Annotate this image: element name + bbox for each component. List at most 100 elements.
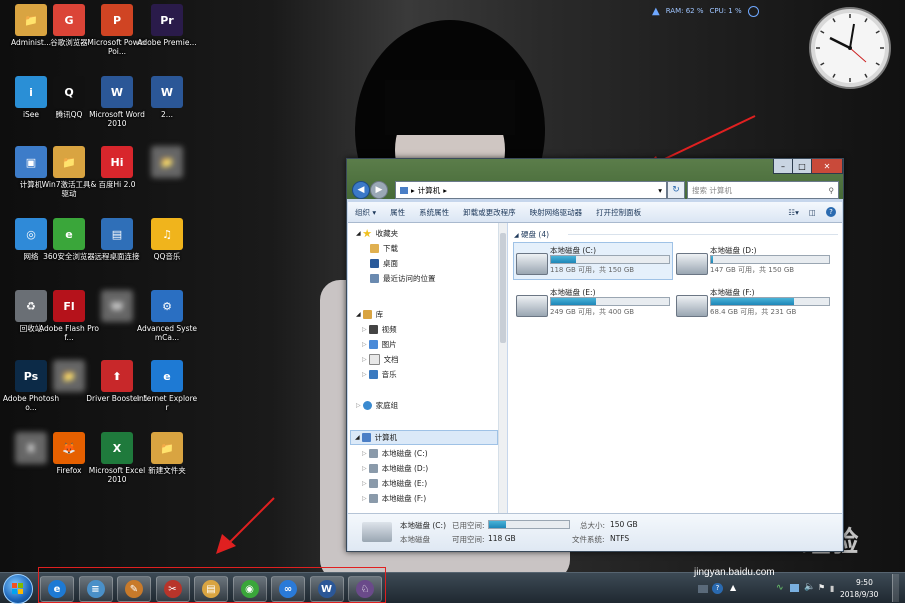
signal-icon[interactable]: ▮ <box>830 584 834 593</box>
nav-scrollbar[interactable] <box>499 223 507 513</box>
expand-icon[interactable]: ▷ <box>362 465 367 472</box>
start-button[interactable] <box>3 574 33 604</box>
nav-computer[interactable]: ◢ 计算机 <box>350 430 498 445</box>
computer-icon <box>361 433 371 442</box>
system-properties-button[interactable]: 系统属性 <box>412 207 456 218</box>
music-icon <box>368 370 378 379</box>
library-icon <box>362 310 372 319</box>
nav-pictures[interactable]: ▷ 图片 <box>362 338 397 351</box>
app-icon: 📁 <box>151 432 183 464</box>
app-icon: 📁 <box>53 360 85 392</box>
app-icon: ⚙ <box>151 290 183 322</box>
nav-label: 图片 <box>381 340 397 349</box>
expand-icon[interactable]: ▷ <box>362 371 367 378</box>
refresh-button[interactable]: ↻ <box>667 181 685 199</box>
drive-tile[interactable]: 本地磁盘 (D:) 147 GB 可用，共 150 GB <box>674 243 832 279</box>
help-icon[interactable]: ? <box>712 583 723 594</box>
group-header[interactable]: ◢ 硬盘 (4) <box>514 229 549 240</box>
close-button[interactable]: ✕ <box>811 159 843 174</box>
nav-documents[interactable]: ▷ 文档 <box>362 353 399 366</box>
nav-desktop[interactable]: 桌面 <box>370 257 398 270</box>
nav-drive-c[interactable]: ▷ 本地磁盘 (C:) <box>362 447 428 460</box>
nav-music[interactable]: ▷ 音乐 <box>362 368 397 381</box>
clock-time[interactable]: 9:50 <box>856 578 873 587</box>
system-tray: ? ▲ jingyan.baidu.com ∿ 🔈 ⚑ ▮ 9:50 2018/… <box>690 567 900 602</box>
expand-icon[interactable]: ▷ <box>362 326 367 333</box>
address-path[interactable]: 计算机 <box>418 185 441 196</box>
desktop-icon[interactable]: Pr Adobe Premie... <box>136 2 198 68</box>
collapse-icon[interactable]: ◢ <box>514 232 519 239</box>
explorer-window[interactable]: – □ ✕ ◀ ▶ ▸ 计算机 ▸ ▾ ↻ 搜索 计算机 ⚲ 组织 ▾ 属性 系… <box>346 158 844 552</box>
drive-tile[interactable]: 本地磁盘 (F:) 68.4 GB 可用，共 231 GB <box>674 285 832 321</box>
command-bar: 组织 ▾ 属性 系统属性 卸载或更改程序 映射网络驱动器 打开控制面板 ☷▾ ◫… <box>348 202 842 223</box>
drive-tile[interactable]: 本地磁盘 (E:) 249 GB 可用，共 400 GB <box>514 285 672 321</box>
nav-libraries[interactable]: ◢ 库 <box>356 308 383 321</box>
volume-icon[interactable]: 🔈 <box>804 582 815 592</box>
nav-homegroup[interactable]: ▷ 家庭组 <box>356 399 398 412</box>
drive-tile[interactable]: 本地磁盘 (C:) 118 GB 可用，共 150 GB <box>513 242 673 280</box>
desktop-icon[interactable]: ♫ QQ音乐 <box>136 216 198 282</box>
nav-label: 收藏夹 <box>375 229 399 238</box>
nav-videos[interactable]: ▷ 视频 <box>362 323 397 336</box>
flag-icon[interactable]: ⚑ <box>818 583 825 592</box>
search-input[interactable]: 搜索 计算机 ⚲ <box>687 181 839 199</box>
expand-icon[interactable]: ◢ <box>356 311 361 318</box>
desktop-icon[interactable]: W 2... <box>136 74 198 140</box>
desktop-icon[interactable]: 📁 <box>136 144 198 210</box>
nav-recent-places[interactable]: 最近访问的位置 <box>370 272 436 285</box>
back-button[interactable]: ◀ <box>352 181 370 199</box>
details-name: 本地磁盘 (C:) <box>400 521 446 530</box>
uninstall-program-button[interactable]: 卸载或更改程序 <box>456 207 523 218</box>
maximize-button[interactable]: □ <box>792 159 812 174</box>
address-bar[interactable]: ▸ 计算机 ▸ ▾ <box>395 181 667 199</box>
nav-drive-d[interactable]: ▷ 本地磁盘 (D:) <box>362 462 428 475</box>
expand-icon[interactable]: ▷ <box>362 480 367 487</box>
nav-drive-e[interactable]: ▷ 本地磁盘 (E:) <box>362 477 427 490</box>
nav-label: 计算机 <box>374 433 398 442</box>
drive-free-space: 118 GB 可用，共 150 GB <box>550 266 635 274</box>
nav-label: 下载 <box>383 244 398 253</box>
expand-icon[interactable]: ▷ <box>362 495 367 502</box>
network-icon[interactable] <box>790 584 799 592</box>
app-icon: Fl <box>53 290 85 322</box>
nav-drive-f[interactable]: ▷ 本地磁盘 (F:) <box>362 492 426 505</box>
speed-icon[interactable] <box>747 5 759 17</box>
navigation-pane: ◢ 收藏夹 下载 桌面 最近访问的位置 ◢ 库 ▷ 视频 ▷ 图片 ▷ 文档 ▷ 音乐 … <box>348 223 499 513</box>
clock-gadget[interactable] <box>808 6 892 90</box>
show-desktop-button[interactable] <box>892 574 899 602</box>
expand-icon[interactable]: ▷ <box>362 341 367 348</box>
window-titlebar[interactable]: – □ ✕ ◀ ▶ ▸ 计算机 ▸ ▾ ↻ 搜索 计算机 ⚲ <box>347 159 843 199</box>
view-options-icon[interactable]: ☷▾ <box>788 208 799 217</box>
forward-button[interactable]: ▶ <box>370 181 388 199</box>
expand-icon[interactable]: ▷ <box>356 402 361 409</box>
address-dropdown-icon[interactable]: ▾ <box>658 186 662 195</box>
minimize-button[interactable]: – <box>773 159 793 174</box>
map-network-drive-button[interactable]: 映射网络驱动器 <box>523 207 590 218</box>
scroll-thumb[interactable] <box>500 233 506 343</box>
ram-usage: RAM: 62 % <box>665 7 704 15</box>
expand-icon[interactable]: ◢ <box>355 434 360 441</box>
wifi-icon[interactable]: ∿ <box>776 583 784 593</box>
keyboard-icon[interactable] <box>698 585 708 593</box>
organize-button[interactable]: 组织 ▾ <box>348 207 383 218</box>
preview-pane-icon[interactable]: ◫ <box>809 208 816 217</box>
properties-button[interactable]: 属性 <box>383 207 412 218</box>
desktop-icon[interactable]: ⚙ Advanced SystemCa... <box>136 288 198 354</box>
expand-icon[interactable]: ▷ <box>362 356 367 363</box>
desktop-icon[interactable]: e Internet Explorer <box>136 358 198 424</box>
drive-free-space: 147 GB 可用，共 150 GB <box>710 266 795 274</box>
desktop-icon[interactable]: 📁 新建文件夹 <box>136 430 198 496</box>
help-icon[interactable]: ? <box>826 207 836 217</box>
expand-icon[interactable]: ◢ <box>356 230 361 237</box>
open-control-panel-button[interactable]: 打开控制面板 <box>589 207 648 218</box>
details-drive-icon <box>362 522 392 542</box>
clock-date[interactable]: 2018/9/30 <box>840 590 878 599</box>
expand-icon[interactable]: ▷ <box>362 450 367 457</box>
nav-downloads[interactable]: 下载 <box>370 242 398 255</box>
desktop-icon-label: Adobe Premie... <box>137 38 197 47</box>
nav-favorites[interactable]: ◢ 收藏夹 <box>356 227 398 240</box>
nav-label: 视频 <box>381 325 397 334</box>
app-icon: ▤ <box>101 218 133 250</box>
chevron-icon[interactable]: ▲ <box>730 583 736 592</box>
annotation-arrow-bottom <box>216 497 275 554</box>
